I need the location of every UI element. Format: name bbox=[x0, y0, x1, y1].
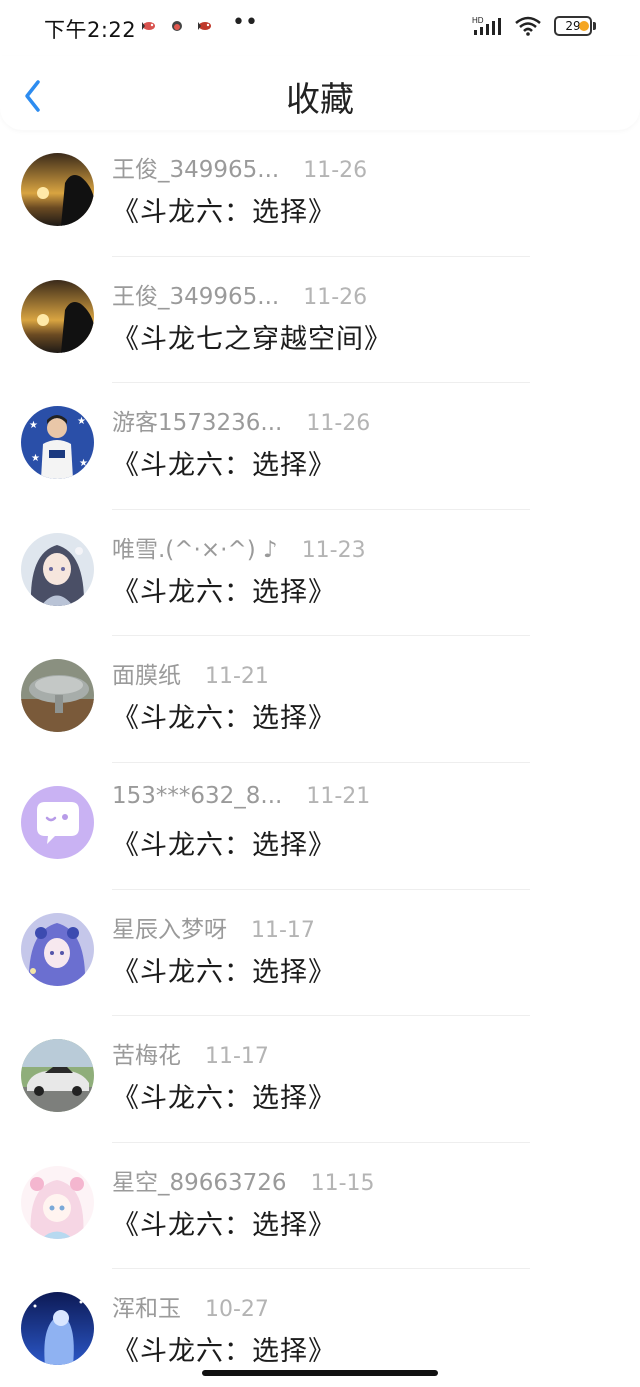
date: 11-26 bbox=[303, 284, 368, 310]
favorites-screen: 下午2:22 •• HD 29 收藏 王俊_349965... 11-26 《斗… bbox=[0, 0, 640, 1387]
item-meta: 王俊_349965... 11-26 bbox=[112, 150, 367, 184]
home-indicator[interactable] bbox=[202, 1370, 438, 1376]
date: 10-27 bbox=[205, 1297, 269, 1323]
date: 11-17 bbox=[205, 1044, 269, 1070]
username[interactable]: 星空_89663726 bbox=[112, 1163, 287, 1197]
signal-icon: HD bbox=[472, 16, 501, 35]
avatar[interactable] bbox=[21, 153, 94, 226]
list-item[interactable]: 153***632_8... 11-21 《斗龙六：选择》 bbox=[0, 763, 640, 890]
favorites-list: 王俊_349965... 11-26 《斗龙六：选择》 王俊_349965...… bbox=[0, 130, 640, 1387]
avatar[interactable] bbox=[21, 1039, 94, 1113]
date: 11-21 bbox=[205, 664, 269, 690]
avatar[interactable] bbox=[21, 1292, 94, 1366]
item-meta: 星空_89663726 11-15 bbox=[112, 1163, 375, 1197]
avatar[interactable] bbox=[21, 1165, 94, 1239]
username[interactable]: 王俊_349965... bbox=[112, 277, 279, 311]
svg-text:★: ★ bbox=[77, 416, 86, 427]
date: 11-23 bbox=[301, 537, 366, 563]
fish-notification-icon bbox=[198, 22, 211, 30]
list-item[interactable]: 王俊_349965... 11-26 《斗龙七之穿越空间》 bbox=[0, 257, 640, 384]
username[interactable]: 浑和玉 bbox=[112, 1289, 181, 1323]
battery-icon: 29 bbox=[554, 16, 596, 36]
list-item[interactable]: 苦梅花 11-17 《斗龙六：选择》 bbox=[0, 1016, 640, 1143]
work-title[interactable]: 《斗龙六：选择》 bbox=[112, 1076, 336, 1115]
item-meta: 游客1573236... 11-26 bbox=[112, 403, 370, 437]
item-meta: 星辰入梦呀 11-17 bbox=[112, 910, 315, 944]
username[interactable]: 星辰入梦呀 bbox=[112, 910, 227, 944]
date: 11-21 bbox=[306, 783, 371, 809]
username[interactable]: 唯雪.(^·×·^) ♪ bbox=[112, 530, 278, 564]
status-bar: 下午2:22 •• HD 29 bbox=[0, 0, 640, 56]
svg-text:★: ★ bbox=[79, 458, 88, 469]
notification-icons bbox=[140, 18, 214, 34]
username[interactable]: 游客1573236... bbox=[112, 403, 282, 437]
date: 11-26 bbox=[303, 158, 368, 183]
work-title[interactable]: 《斗龙六：选择》 bbox=[112, 1329, 336, 1368]
avatar[interactable] bbox=[21, 279, 94, 353]
status-time: 下午2:22 bbox=[44, 18, 137, 42]
username[interactable]: 王俊_349965... bbox=[112, 150, 279, 184]
work-title[interactable]: 《斗龙六：选择》 bbox=[112, 443, 336, 482]
wifi-icon bbox=[515, 16, 541, 36]
page-title: 收藏 bbox=[286, 80, 354, 120]
status-indicators: HD 29 bbox=[472, 16, 596, 36]
list-item[interactable]: ★ ★ ★ ★ 游客1573236... 11-26 《斗龙六：选择》 bbox=[0, 383, 640, 510]
item-meta: 唯雪.(^·×·^) ♪ 11-23 bbox=[112, 530, 366, 564]
avatar[interactable] bbox=[21, 532, 94, 606]
date: 11-15 bbox=[310, 1170, 375, 1196]
list-item[interactable]: 星辰入梦呀 11-17 《斗龙六：选择》 bbox=[0, 890, 640, 1017]
work-title[interactable]: 《斗龙六：选择》 bbox=[112, 696, 336, 735]
item-meta: 浑和玉 10-27 bbox=[112, 1289, 269, 1323]
chat-bubble-icon bbox=[21, 785, 94, 859]
avatar[interactable] bbox=[21, 785, 94, 859]
item-meta: 面膜纸 11-21 bbox=[112, 656, 269, 690]
username[interactable]: 面膜纸 bbox=[112, 656, 181, 690]
work-title[interactable]: 《斗龙六：选择》 bbox=[112, 823, 336, 862]
network-type-label: HD bbox=[472, 16, 484, 25]
more-notifications-indicator: •• bbox=[232, 10, 258, 35]
svg-text:★: ★ bbox=[31, 453, 40, 464]
list-item[interactable]: 唯雪.(^·×·^) ♪ 11-23 《斗龙六：选择》 bbox=[0, 510, 640, 637]
fish-notification-icon bbox=[142, 22, 155, 30]
charging-indicator bbox=[579, 21, 589, 31]
username[interactable]: 苦梅花 bbox=[112, 1036, 181, 1070]
item-meta: 153***632_8... 11-21 bbox=[112, 783, 370, 809]
fish-notification-icon bbox=[172, 21, 182, 31]
svg-text:★: ★ bbox=[29, 420, 38, 431]
list-item[interactable]: 王俊_349965... 11-26 《斗龙六：选择》 bbox=[0, 130, 640, 257]
username[interactable]: 153***632_8... bbox=[112, 783, 282, 809]
avatar[interactable] bbox=[21, 659, 94, 733]
work-title[interactable]: 《斗龙七之穿越空间》 bbox=[112, 317, 392, 356]
work-title[interactable]: 《斗龙六：选择》 bbox=[112, 1203, 336, 1242]
work-title[interactable]: 《斗龙六：选择》 bbox=[112, 950, 336, 989]
item-meta: 王俊_349965... 11-26 bbox=[112, 277, 367, 311]
nav-bar: 收藏 bbox=[0, 56, 640, 130]
work-title[interactable]: 《斗龙六：选择》 bbox=[112, 570, 336, 609]
date: 11-17 bbox=[251, 917, 315, 943]
list-item[interactable]: 面膜纸 11-21 《斗龙六：选择》 bbox=[0, 636, 640, 763]
avatar[interactable]: ★ ★ ★ ★ bbox=[21, 406, 94, 480]
date: 11-26 bbox=[306, 411, 371, 437]
work-title[interactable]: 《斗龙六：选择》 bbox=[112, 190, 336, 229]
list-item[interactable]: 星空_89663726 11-15 《斗龙六：选择》 bbox=[0, 1143, 640, 1270]
avatar[interactable] bbox=[21, 912, 94, 986]
item-meta: 苦梅花 11-17 bbox=[112, 1036, 269, 1070]
